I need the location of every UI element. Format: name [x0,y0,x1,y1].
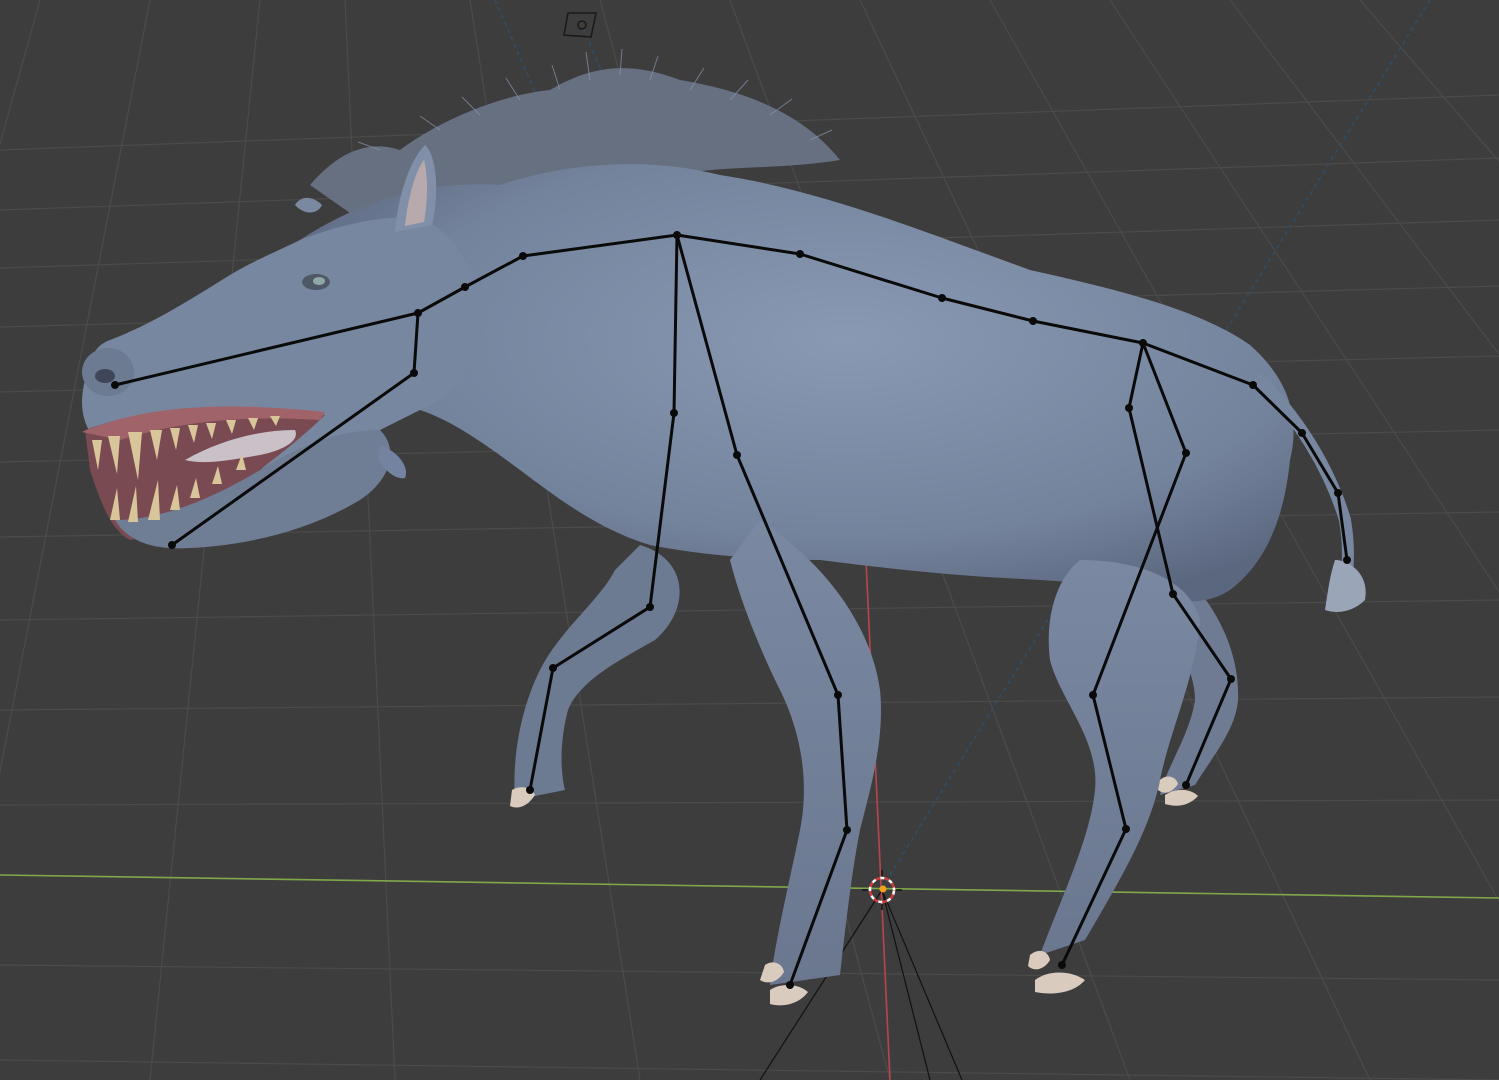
y-axis-line [0,874,1499,899]
nostril [95,369,115,383]
3d-viewport[interactable] [0,0,1499,1080]
hoof-hind-near-a [1028,950,1050,970]
viewport-canvas[interactable] [0,0,1499,1080]
boar-creature[interactable] [82,48,1366,1006]
light-object-icon[interactable] [563,12,597,38]
tail-tuft [1325,560,1366,612]
eye-highlight [313,277,325,285]
front-leg-near[interactable] [730,520,881,985]
front-leg-far[interactable] [514,545,680,800]
hoof-hind-far-b [1165,789,1198,806]
object-origin-icon[interactable] [879,885,887,893]
